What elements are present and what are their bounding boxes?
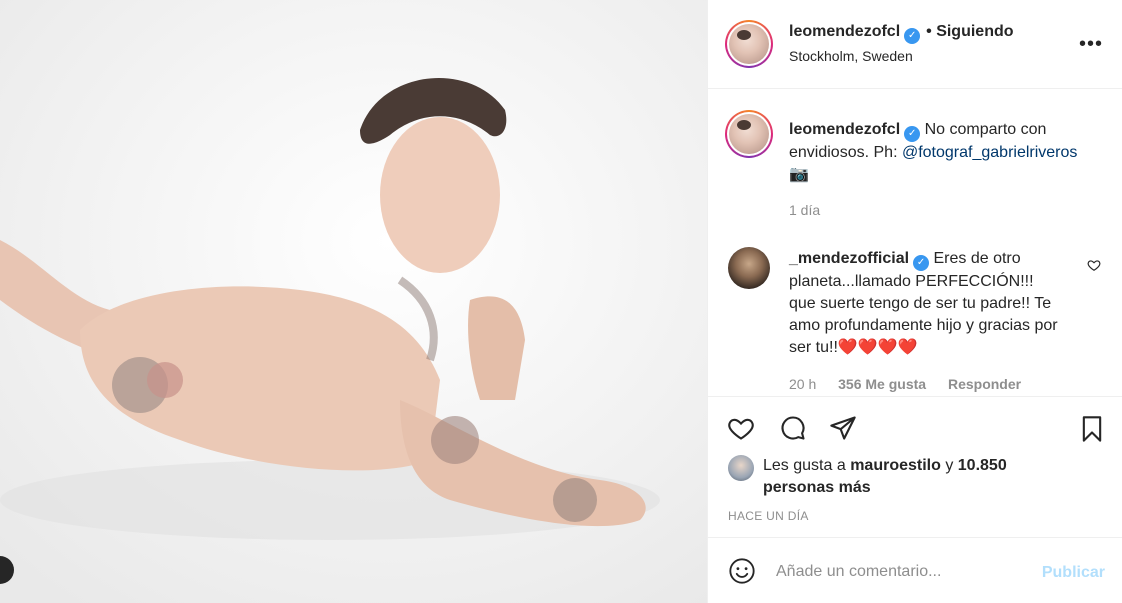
author-avatar[interactable]: [725, 20, 773, 68]
caption-username[interactable]: leomendezofcl: [789, 121, 900, 138]
like-heart-icon[interactable]: [726, 414, 756, 442]
reply-button[interactable]: Responder: [948, 376, 1021, 392]
author-name-row: leomendezofcl ✓ • Siguiendo: [789, 23, 1014, 44]
caption: leomendezofcl ✓ No comparto con envidioso…: [789, 119, 1089, 186]
verified-badge-icon: ✓: [904, 28, 921, 44]
caption-timestamp[interactable]: 1 día: [789, 202, 820, 218]
commenter-avatar[interactable]: [728, 247, 770, 289]
author-username[interactable]: leomendezofcl: [789, 23, 900, 40]
comment-input[interactable]: [776, 558, 1026, 586]
emoji-smiley-icon[interactable]: [728, 557, 756, 585]
likes-prefix: Les gusta a: [763, 457, 846, 474]
like-comment-heart-icon[interactable]: [1087, 258, 1101, 272]
more-options-icon[interactable]: •••: [1079, 33, 1103, 56]
comment-time: 20 h: [789, 376, 817, 392]
verified-badge-icon: ✓: [904, 126, 921, 142]
comments-list: leomendezofcl ✓ No comparto con envidioso…: [708, 90, 1122, 396]
publish-button[interactable]: Publicar: [1042, 564, 1105, 582]
camera-emoji: 📷: [789, 166, 809, 183]
verified-badge-icon: ✓: [913, 255, 930, 271]
post-sidebar: leomendezofcl ✓ • Siguiendo Stockholm, Swe…: [707, 0, 1122, 603]
comment-composer: Publicar: [708, 537, 1122, 603]
post-actions: Les gusta a mauroestilo y 10.850 persona…: [708, 396, 1122, 536]
comment-meta: 20 h 356 Me gusta Responder: [789, 376, 1039, 392]
caption-author-avatar[interactable]: [725, 110, 773, 158]
following-button[interactable]: • Siguiendo: [926, 23, 1013, 40]
post-location[interactable]: Stockholm, Sweden: [789, 48, 913, 64]
comment-likes[interactable]: 356 Me gusta: [838, 376, 926, 392]
liker-username[interactable]: mauroestilo: [850, 457, 941, 474]
liker-avatar[interactable]: [728, 455, 754, 481]
photographer-mention-link[interactable]: @fotograf_gabrielriveros: [902, 144, 1077, 161]
commenter-username[interactable]: _mendezofficial: [789, 250, 909, 267]
comment-bubble-icon[interactable]: [778, 414, 808, 442]
post-header: leomendezofcl ✓ • Siguiendo Stockholm, Swe…: [708, 0, 1122, 89]
heart-emojis: ❤️❤️❤️❤️: [837, 339, 918, 356]
save-bookmark-icon[interactable]: [1078, 414, 1106, 444]
comment: _mendezofficial ✓ Eres de otro planeta...…: [789, 248, 1059, 359]
post-photo-image: [0, 0, 707, 603]
post-photo[interactable]: [0, 0, 707, 603]
post-timestamp[interactable]: HACE UN DÍA: [728, 509, 809, 523]
likes-connector: y: [945, 457, 954, 474]
share-send-icon[interactable]: [828, 414, 858, 442]
